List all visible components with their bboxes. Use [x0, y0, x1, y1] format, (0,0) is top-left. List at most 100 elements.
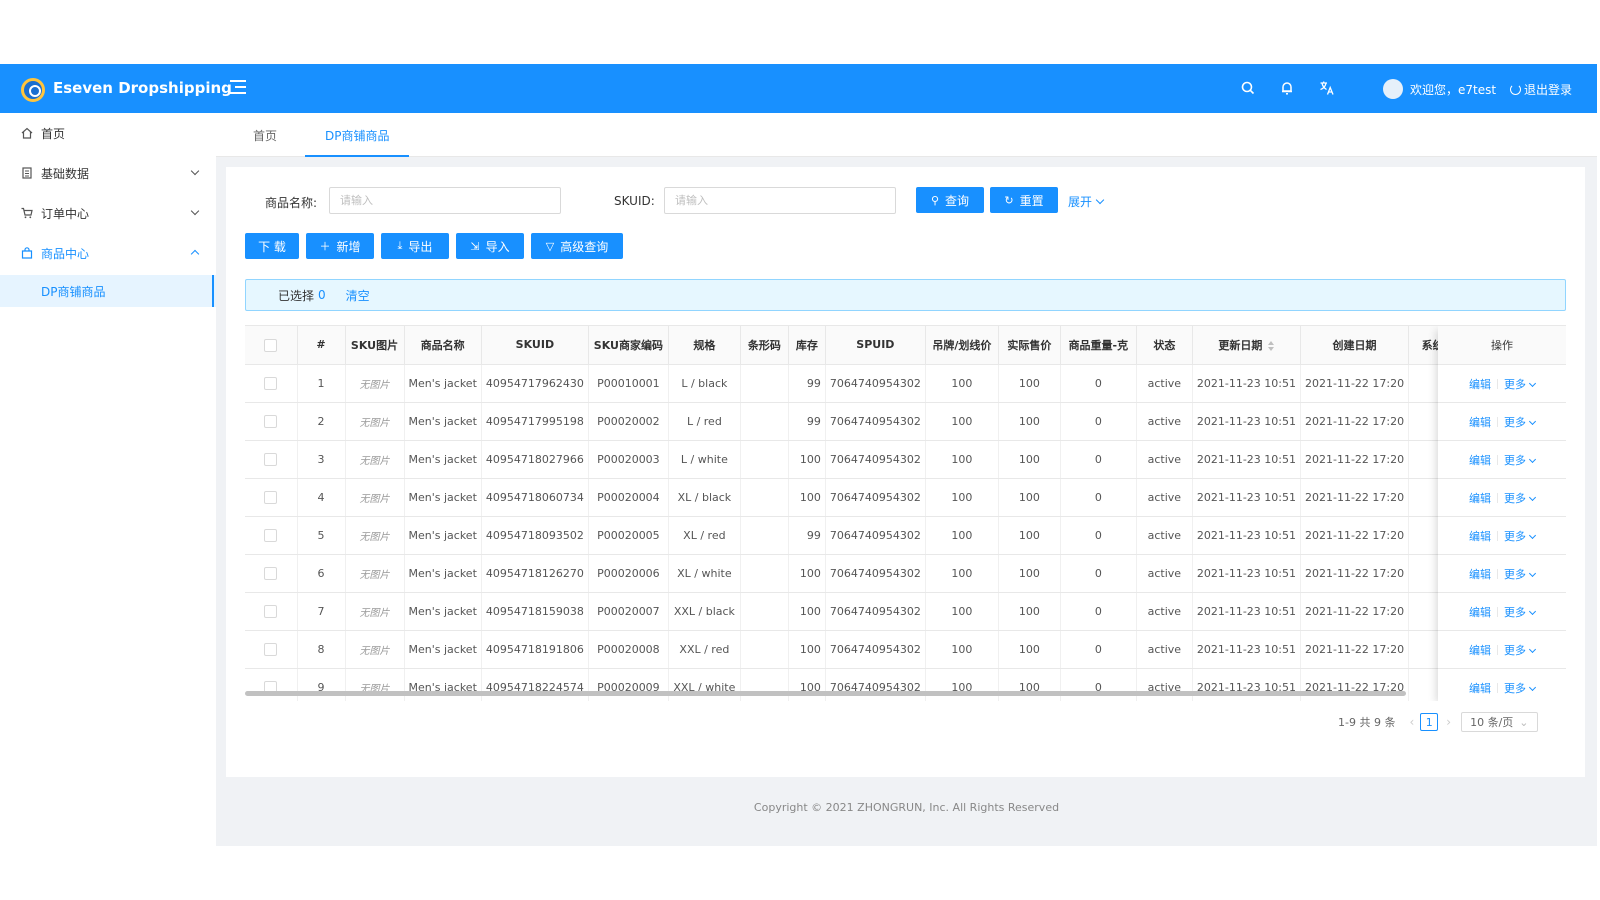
product-table: # SKU图片 商品名称 SKUID SKU商家编码 规格 条形码 库存 SPUID 吊牌/划线价…: [245, 325, 1566, 701]
more-label: 更多: [1504, 415, 1526, 429]
add-button[interactable]: ＋ 新增: [306, 233, 374, 259]
avatar[interactable]: [1383, 79, 1403, 99]
divider: [1497, 378, 1498, 389]
cell-tag-price: 100: [925, 592, 999, 631]
more-link[interactable]: 更多: [1504, 528, 1537, 544]
cart-icon: [21, 207, 33, 219]
cell-skuid: 40954718060734: [481, 478, 589, 517]
tab-dp-products[interactable]: DP商铺商品: [304, 113, 411, 157]
logout-button[interactable]: 退出登录: [1510, 81, 1572, 98]
more-link[interactable]: 更多: [1504, 680, 1537, 696]
row-select-cell[interactable]: [245, 668, 298, 701]
edit-link[interactable]: 编辑: [1469, 528, 1491, 544]
prev-page-icon[interactable]: ‹: [1409, 715, 1414, 729]
row-checkbox[interactable]: [264, 642, 278, 656]
row-select-cell[interactable]: [245, 592, 298, 631]
advanced-query-button[interactable]: ▽ 高级查询: [531, 233, 623, 259]
row-select-cell[interactable]: [245, 402, 298, 441]
reset-button[interactable]: ↻ 重置: [990, 187, 1058, 213]
sidebar-item-orders[interactable]: 订单中心: [0, 193, 216, 233]
cell-stock: 100: [788, 478, 826, 517]
sidebar-item-basic-data[interactable]: 基础数据: [0, 153, 216, 193]
product-name-input[interactable]: [329, 187, 561, 214]
page-size-select[interactable]: 10 条/页 ⌄: [1461, 712, 1538, 732]
clear-selection-link[interactable]: 清空: [346, 287, 370, 304]
edit-link[interactable]: 编辑: [1469, 642, 1491, 658]
cell-weight: 0: [1060, 402, 1137, 441]
cell-skuid: 40954718126270: [481, 554, 589, 593]
edit-link[interactable]: 编辑: [1469, 566, 1491, 582]
search-icon[interactable]: [1240, 80, 1256, 96]
more-label: 更多: [1504, 567, 1526, 581]
more-link[interactable]: 更多: [1504, 490, 1537, 506]
table-row: 3 无图片 Men's jacket 40954718027966 P00020003 L…: [245, 440, 1480, 479]
row-select-cell[interactable]: [245, 478, 298, 517]
cell-status: active: [1136, 668, 1193, 701]
cell-idx: 9: [297, 668, 346, 701]
row-select-cell[interactable]: [245, 364, 298, 403]
sidebar-item-label: 订单中心: [41, 206, 90, 221]
import-button[interactable]: ⇲ 导入: [456, 233, 524, 259]
download-button[interactable]: 下 载: [245, 233, 299, 259]
cell-updated: 2021-11-23 10:51: [1192, 440, 1301, 479]
row-checkbox[interactable]: [264, 490, 278, 504]
select-all-checkbox[interactable]: [264, 338, 278, 352]
translate-icon[interactable]: [1319, 80, 1335, 96]
horizontal-scrollbar[interactable]: [245, 691, 1406, 696]
import-icon: ⇲: [470, 239, 480, 253]
export-button[interactable]: ⤓ 导出: [381, 233, 449, 259]
reset-label: 重置: [1019, 193, 1044, 208]
cell-price: 100: [998, 516, 1061, 555]
column-header-label: #: [316, 338, 326, 352]
tab-home[interactable]: 首页: [253, 113, 277, 157]
row-checkbox[interactable]: [264, 414, 278, 428]
page-button-current[interactable]: 1: [1420, 713, 1439, 731]
column-header-label: 商品重量-克: [1068, 338, 1129, 352]
cell-updated: 2021-11-23 10:51: [1192, 402, 1301, 441]
row-checkbox[interactable]: [264, 604, 278, 618]
select-all-cell[interactable]: [245, 326, 298, 365]
edit-link[interactable]: 编辑: [1469, 376, 1491, 392]
next-page-icon[interactable]: ›: [1446, 715, 1451, 729]
sort-icon[interactable]: [1268, 340, 1275, 351]
menu-fold-icon[interactable]: [230, 79, 248, 95]
expand-toggle[interactable]: 展开: [1068, 193, 1105, 210]
row-checkbox[interactable]: [264, 566, 278, 580]
cell-created: 2021-11-22 17:20: [1300, 478, 1410, 517]
cell-tag-price: 100: [925, 554, 999, 593]
row-select-cell[interactable]: [245, 630, 298, 669]
cell-status: active: [1136, 402, 1193, 441]
sidebar-subitem-dp-products[interactable]: DP商铺商品: [0, 275, 216, 307]
edit-link[interactable]: 编辑: [1469, 490, 1491, 506]
more-link[interactable]: 更多: [1504, 414, 1537, 430]
row-checkbox[interactable]: [264, 528, 278, 542]
chevron-down-icon: [190, 166, 200, 176]
row-select-cell[interactable]: [245, 440, 298, 479]
cell-updated: 2021-11-23 10:51: [1192, 592, 1301, 631]
ops-row: 编辑 更多: [1438, 669, 1566, 701]
row-select-cell[interactable]: [245, 516, 298, 555]
cell-updated: 2021-11-23 10:51: [1192, 478, 1301, 517]
column-header[interactable]: 更新日期: [1192, 326, 1301, 365]
edit-link[interactable]: 编辑: [1469, 680, 1491, 696]
more-link[interactable]: 更多: [1504, 376, 1537, 392]
edit-link[interactable]: 编辑: [1469, 414, 1491, 430]
more-link[interactable]: 更多: [1504, 604, 1537, 620]
edit-link[interactable]: 编辑: [1469, 452, 1491, 468]
column-header-label: SKU商家编码: [593, 338, 663, 352]
row-checkbox[interactable]: [264, 452, 278, 466]
sidebar-item-products[interactable]: 商品中心: [0, 233, 216, 273]
column-header: 创建日期: [1300, 326, 1410, 365]
cell-status: active: [1136, 478, 1193, 517]
shop-icon: [21, 247, 33, 259]
more-link[interactable]: 更多: [1504, 642, 1537, 658]
more-link[interactable]: 更多: [1504, 452, 1537, 468]
edit-link[interactable]: 编辑: [1469, 604, 1491, 620]
row-checkbox[interactable]: [264, 376, 278, 390]
sidebar-item-home[interactable]: 首页: [0, 113, 216, 153]
row-select-cell[interactable]: [245, 554, 298, 593]
more-link[interactable]: 更多: [1504, 566, 1537, 582]
skuid-input[interactable]: [664, 187, 896, 214]
bell-icon[interactable]: [1279, 80, 1295, 96]
query-button[interactable]: ⚲ 查询: [916, 187, 984, 213]
